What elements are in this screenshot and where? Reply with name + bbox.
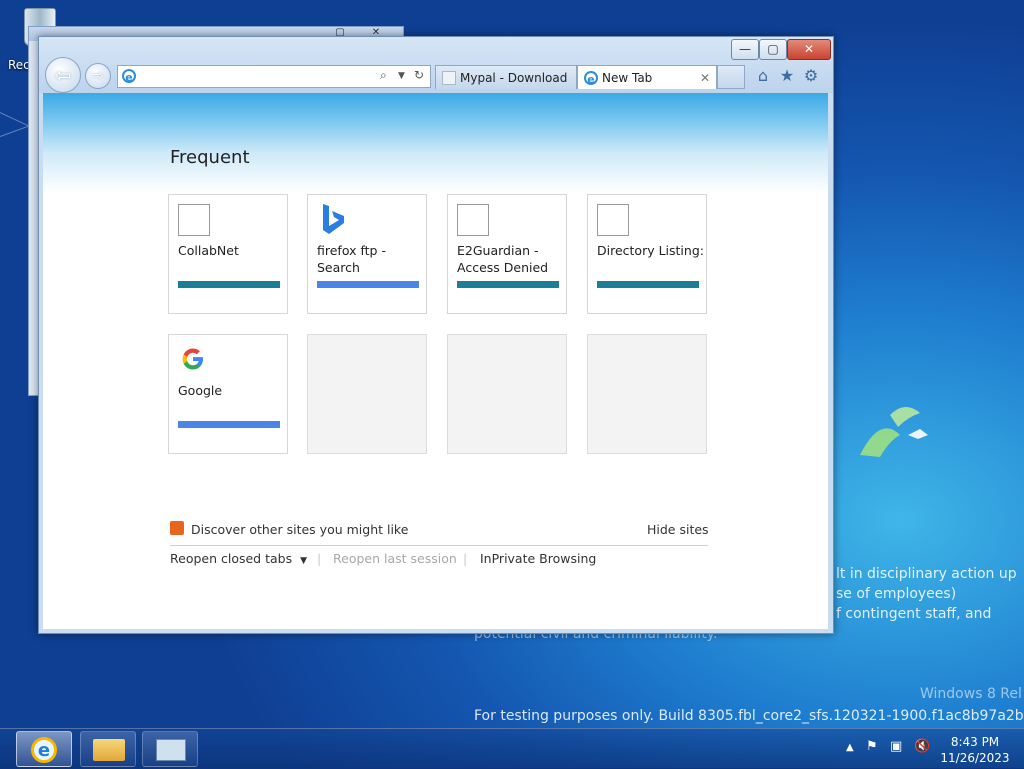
address-input[interactable] (140, 68, 384, 85)
tile-directory-listing[interactable]: Directory Listing: /pub/firefox/rel... (587, 194, 707, 314)
volume-muted-icon[interactable]: 🔇 (914, 739, 930, 754)
google-icon (182, 348, 203, 370)
tile-empty (587, 334, 707, 454)
tab-new-tab[interactable]: e New Tab ✕ (577, 65, 717, 89)
ie-page-icon: e (122, 69, 136, 84)
reopen-closed-tabs-label: Reopen closed tabs (170, 551, 293, 566)
tile-collabnet[interactable]: CollabNet (168, 194, 288, 314)
tab-label: Mypal - Download (460, 71, 568, 85)
watermark-text: f contingent staff, and (836, 606, 992, 622)
search-icon[interactable]: ⌕ (380, 68, 387, 83)
tile-color-bar (597, 281, 699, 288)
internet-explorer-icon: e (31, 737, 57, 763)
page-icon (442, 71, 456, 85)
favorites-icon[interactable]: ★ (776, 65, 798, 87)
reopen-closed-tabs-link[interactable]: Reopen closed tabs ▼ (170, 551, 307, 566)
chevron-down-icon: ▼ (300, 556, 308, 566)
home-icon[interactable]: ⌂ (752, 65, 774, 87)
maximize-button[interactable]: ▢ (759, 39, 787, 60)
action-center-flag-icon[interactable]: ⚑ (866, 739, 878, 754)
tab-close-icon[interactable]: ✕ (700, 66, 710, 90)
forward-button[interactable]: ⇨ (85, 63, 111, 89)
bing-icon (323, 204, 344, 234)
inprivate-browsing-link[interactable]: InPrivate Browsing (480, 551, 596, 566)
file-explorer-icon (93, 739, 125, 761)
divider (170, 545, 708, 546)
separator: | (463, 551, 468, 566)
tile-title: Directory Listing: /pub/firefox/rel... (597, 243, 703, 258)
tile-title: CollabNet (178, 243, 239, 258)
tab-label: New Tab (602, 71, 653, 85)
clock-date: 11/26/2023 (940, 751, 1010, 765)
tile-firefox-ftp-search[interactable]: firefox ftp - Search (307, 194, 427, 314)
dropdown-icon[interactable]: ▼ (398, 71, 405, 81)
reopen-last-session-link: Reopen last session (333, 551, 457, 566)
minimize-button[interactable]: — (731, 39, 759, 60)
tile-title: firefox ftp - Search (317, 243, 386, 275)
address-bar[interactable]: e ⌕ ▼ ↻ (117, 65, 431, 88)
watermark-text: se of employees) (836, 586, 957, 602)
network-icon[interactable]: ▣ (890, 739, 902, 754)
new-tab-button[interactable] (717, 65, 745, 89)
windows-edition-label: Windows 8 Rel (920, 686, 1022, 702)
discover-sites-link[interactable]: Discover other sites you might like (191, 522, 408, 537)
build-label: For testing purposes only. Build 8305.fb… (474, 708, 1024, 724)
browser-window[interactable]: — ▢ ✕ ⇦ ⇨ e ⌕ ▼ ↻ Mypal - Download e New… (38, 36, 834, 634)
tile-empty (447, 334, 567, 454)
bird-decoration-icon (860, 406, 928, 457)
taskbar-internet-explorer[interactable]: e (16, 731, 72, 767)
back-arrow-icon: ⇦ (54, 63, 72, 87)
blank-site-icon (178, 204, 210, 236)
system-clock[interactable]: 8:43 PM 11/26/2023 (940, 734, 1010, 766)
tile-google[interactable]: Google (168, 334, 288, 454)
page-title: Frequent (170, 147, 250, 168)
taskbar-task-manager[interactable] (142, 731, 198, 767)
back-button[interactable]: ⇦ (45, 57, 81, 93)
new-tab-page: Frequent CollabNet firefox ftp - Search … (43, 93, 828, 629)
tile-color-bar (317, 281, 419, 288)
blank-site-icon (457, 204, 489, 236)
hide-sites-link[interactable]: Hide sites (647, 522, 709, 537)
tile-color-bar (178, 421, 280, 428)
tile-title: E2Guardian - Access Denied (457, 243, 549, 275)
tile-e2guardian[interactable]: E2Guardian - Access Denied (447, 194, 567, 314)
close-button[interactable]: ✕ (787, 39, 831, 60)
discover-icon (170, 521, 184, 535)
blank-site-icon (597, 204, 629, 236)
tile-color-bar (178, 281, 280, 288)
tab-mypal-download[interactable]: Mypal - Download (435, 65, 577, 89)
tile-color-bar (457, 281, 559, 288)
recycle-bin-label: Rec (8, 58, 30, 72)
forward-arrow-icon: ⇨ (92, 68, 104, 84)
task-manager-icon (156, 739, 186, 761)
ie-tab-icon: e (584, 71, 598, 86)
watermark-text: lt in disciplinary action up (836, 566, 1017, 582)
taskbar: e ▲ ⚑ ▣ 🔇 8:43 PM 11/26/2023 (0, 728, 1024, 769)
show-hidden-icons[interactable]: ▲ (846, 742, 854, 753)
taskbar-file-explorer[interactable] (80, 731, 136, 767)
clock-time: 8:43 PM (950, 735, 1000, 749)
settings-icon[interactable]: ⚙ (800, 65, 822, 87)
separator: | (317, 551, 322, 566)
refresh-icon[interactable]: ↻ (414, 68, 424, 82)
tile-empty (307, 334, 427, 454)
tile-title: Google (178, 383, 223, 398)
